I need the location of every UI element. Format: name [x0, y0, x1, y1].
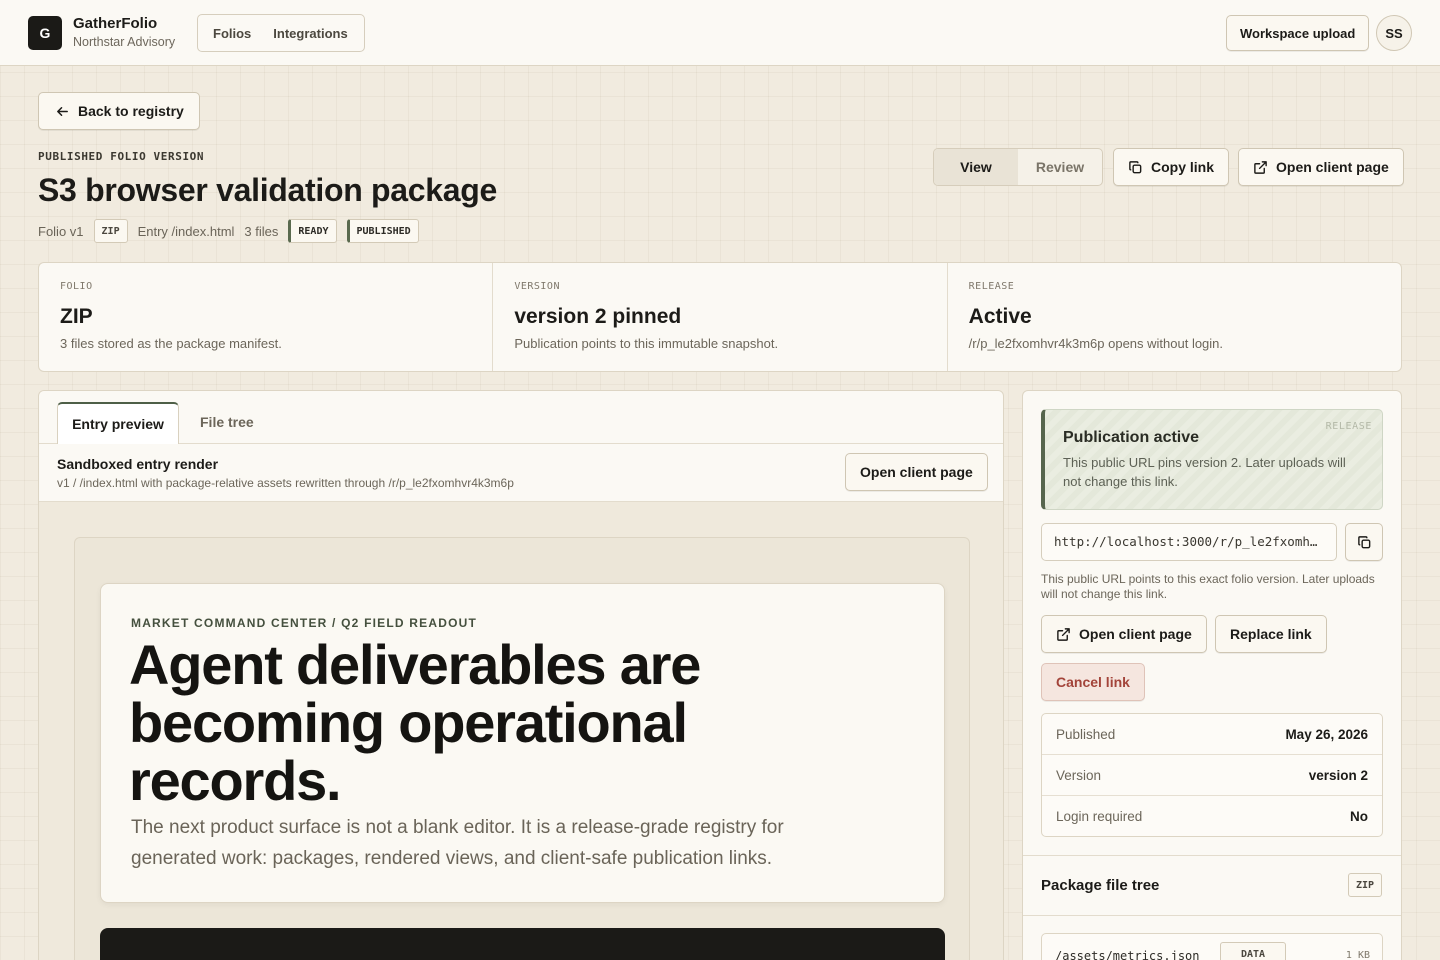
preview-dark-section: [100, 928, 945, 960]
file-size: 1 KB: [1345, 950, 1370, 960]
file-path: /assets/metrics.json: [1055, 949, 1200, 960]
file-tree-title: Package file tree: [1041, 877, 1160, 894]
stat-note: Publication points to this immutable sna…: [514, 336, 779, 351]
page-title: S3 browser validation package: [38, 172, 498, 208]
top-nav: Folios Integrations: [197, 14, 365, 52]
detail-key: Login required: [1056, 809, 1143, 824]
app-logo[interactable]: G: [28, 16, 62, 50]
detail-value: May 26, 2026: [1285, 726, 1368, 742]
back-to-registry-button[interactable]: Back to registry: [38, 92, 200, 130]
stat-value: Active: [968, 305, 1032, 328]
stat-value: version 2 pinned: [514, 305, 682, 328]
file-row[interactable]: /assets/metrics.json DATA 1 KB: [1041, 933, 1383, 960]
view-toggle-view[interactable]: View: [934, 149, 1018, 185]
stat-label: FOLIO: [60, 281, 93, 292]
release-panel: RELEASE Publication active This public U…: [1022, 390, 1402, 960]
meta-row: Folio v1 ZIP Entry /index.html 3 files R…: [38, 219, 419, 243]
copy-icon: [1129, 160, 1142, 173]
detail-key: Version: [1056, 767, 1102, 783]
open-client-label: Open client page: [1276, 159, 1389, 175]
file-count: 3 files: [244, 223, 279, 239]
nav-folios[interactable]: Folios: [202, 26, 262, 41]
release-open-label: Open client page: [1079, 626, 1192, 642]
file-kind-chip: DATA: [1220, 942, 1287, 960]
render-subtitle: v1 / /index.html with package-relative a…: [57, 476, 514, 490]
user-avatar[interactable]: SS: [1376, 15, 1412, 51]
url-note: This public URL points to this exact fol…: [1041, 572, 1375, 601]
preview-panel: Entry preview File tree Sandboxed entry …: [38, 390, 1004, 960]
hero-eyebrow: MARKET COMMAND CENTER / Q2 FIELD READOUT: [131, 616, 477, 630]
workspace-upload-button[interactable]: Workspace upload: [1226, 15, 1370, 51]
detail-value: version 2: [1308, 767, 1368, 783]
divider: [1023, 915, 1401, 916]
summary-stats: FOLIO ZIP 3 files stored as the package …: [38, 262, 1402, 372]
stat-note: 3 files stored as the package manifest.: [60, 336, 282, 351]
sandbox-frame: MARKET COMMAND CENTER / Q2 FIELD READOUT…: [74, 537, 970, 960]
view-review-toggle: View Review: [933, 148, 1103, 186]
release-details: Published May 26, 2026 Version version 2…: [1041, 713, 1383, 837]
preview-hero-card: MARKET COMMAND CENTER / Q2 FIELD READOUT…: [100, 583, 945, 903]
release-open-client-button[interactable]: Open client page: [1041, 615, 1207, 653]
tab-entry-preview[interactable]: Entry preview: [57, 402, 179, 444]
render-open-client-button[interactable]: Open client page: [845, 453, 988, 491]
render-header: Sandboxed entry render v1 / /index.html …: [39, 444, 1003, 502]
release-tag: RELEASE: [1325, 421, 1372, 432]
detail-row: Version version 2: [1042, 755, 1382, 796]
detail-row: Published May 26, 2026: [1042, 714, 1382, 755]
publication-title: Publication active: [1063, 429, 1200, 446]
nav-integrations[interactable]: Integrations: [262, 26, 358, 41]
cancel-link-button[interactable]: Cancel link: [1041, 663, 1145, 701]
page-eyebrow: PUBLISHED FOLIO VERSION: [38, 150, 205, 163]
external-link-icon: [1254, 160, 1267, 174]
publication-status-box: RELEASE Publication active This public U…: [1041, 409, 1383, 510]
top-bar: G GatherFolio Northstar Advisory Folios …: [0, 0, 1440, 66]
folio-version: Folio v1: [38, 223, 84, 239]
tab-file-tree[interactable]: File tree: [200, 414, 254, 430]
app-name: GatherFolio: [73, 15, 158, 32]
external-link-icon: [1057, 627, 1070, 641]
public-url-field[interactable]: http://localhost:3000/r/p_le2fxomhvr4k3m…: [1041, 523, 1337, 561]
divider: [1023, 855, 1401, 856]
stat-note: /r/p_le2fxomhvr4k3m6p opens without logi…: [968, 336, 1224, 351]
detail-row: Login required No: [1042, 796, 1382, 837]
back-label: Back to registry: [78, 103, 184, 119]
copy-url-button[interactable]: [1345, 523, 1383, 561]
type-chip: ZIP: [93, 219, 128, 243]
copy-link-label: Copy link: [1151, 159, 1215, 175]
detail-value: No: [1350, 809, 1368, 824]
hero-body: The next product surface is not a blank …: [131, 817, 784, 869]
arrow-left-icon: [57, 106, 68, 116]
stat-value: ZIP: [60, 305, 93, 328]
file-tree-type-chip: ZIP: [1348, 873, 1383, 897]
copy-icon: [1357, 535, 1370, 548]
stat-label: VERSION: [514, 281, 560, 292]
detail-key: Published: [1056, 726, 1116, 742]
stat-label: RELEASE: [968, 281, 1015, 292]
preview-tabs: Entry preview File tree: [39, 391, 1003, 444]
render-title: Sandboxed entry render: [57, 456, 219, 472]
replace-link-button[interactable]: Replace link: [1215, 615, 1327, 653]
stat-version: VERSION version 2 pinned Publication poi…: [493, 263, 948, 371]
publication-text: This public URL pins version 2. Later up…: [1063, 455, 1346, 489]
status-badge-published: PUBLISHED: [346, 219, 419, 243]
org-name: Northstar Advisory: [73, 35, 176, 49]
status-badge-ready: READY: [288, 219, 337, 243]
stat-folio: FOLIO ZIP 3 files stored as the package …: [39, 263, 494, 371]
view-toggle-review[interactable]: Review: [1018, 149, 1102, 185]
copy-link-button[interactable]: Copy link: [1113, 148, 1230, 186]
open-client-page-button[interactable]: Open client page: [1238, 148, 1404, 186]
stat-release: RELEASE Active /r/p_le2fxomhvr4k3m6p ope…: [948, 263, 1401, 371]
hero-headline: Agent deliverables are becoming operatio…: [129, 633, 701, 812]
entry-path: Entry /index.html: [137, 223, 235, 239]
